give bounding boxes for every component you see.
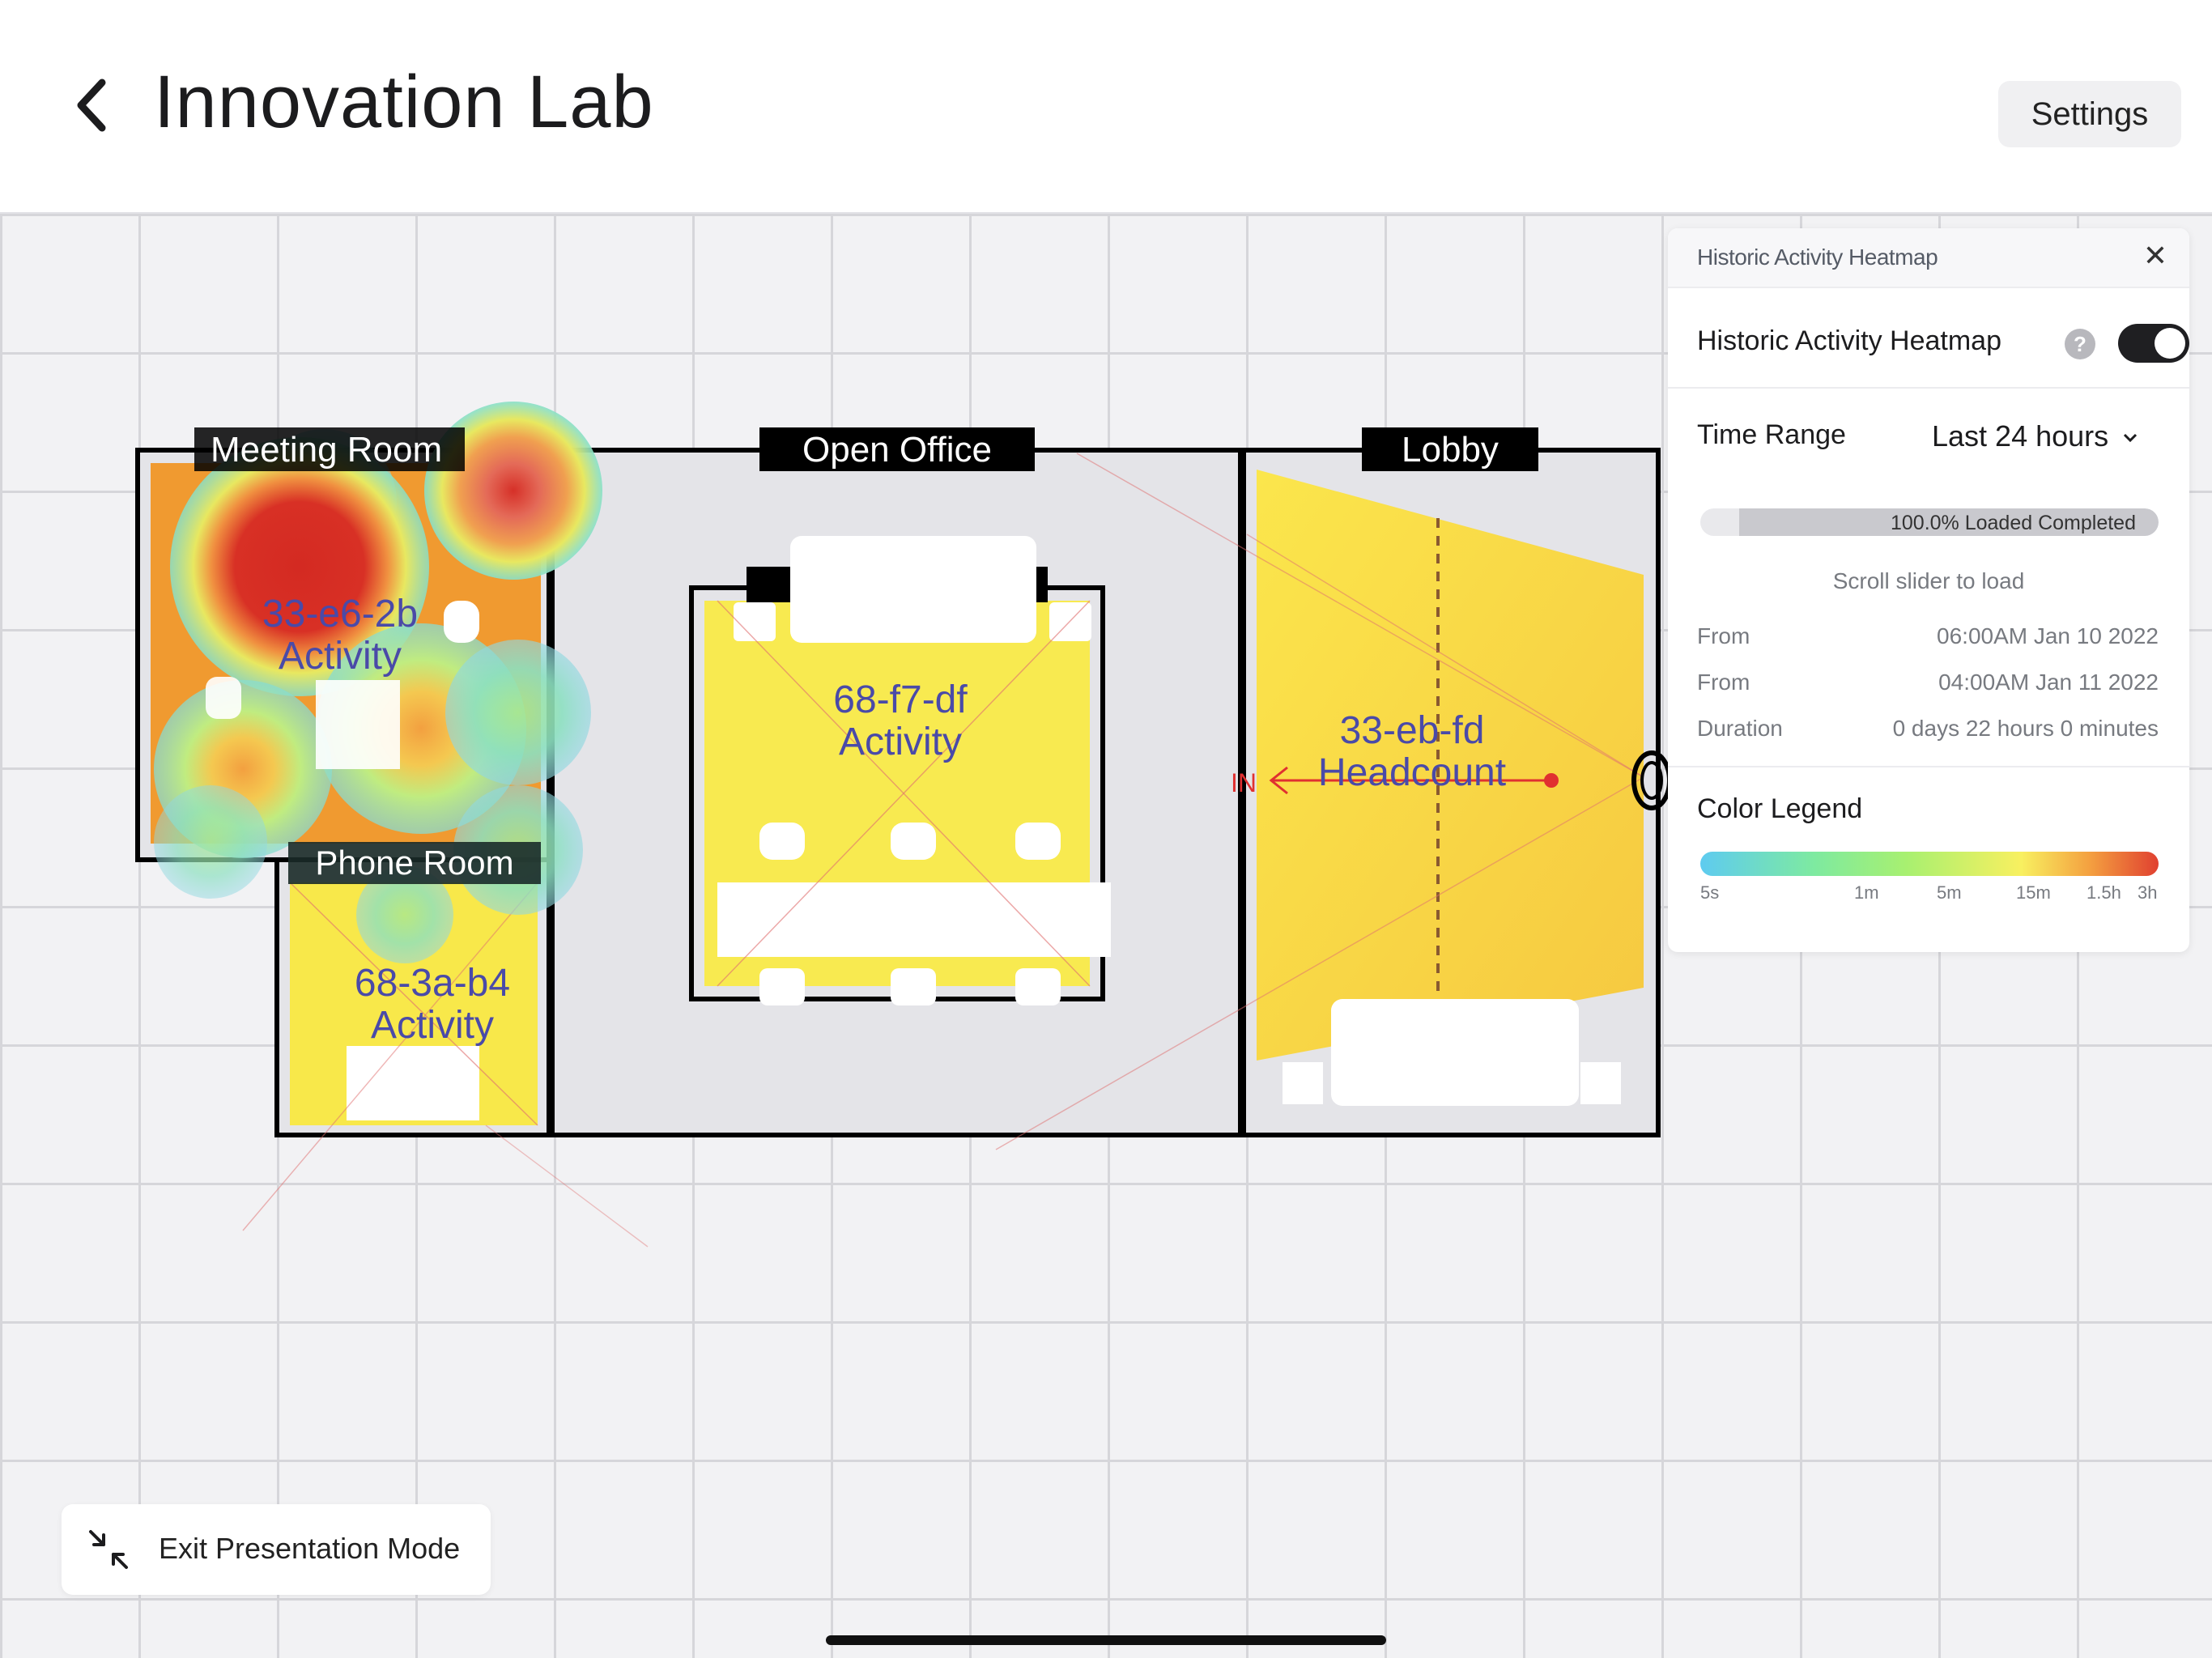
legend-tick: 15m (2016, 882, 2051, 903)
time-range-value: Last 24 hours (1932, 419, 2109, 453)
sensor-id-label: 68-f7-df (833, 678, 968, 721)
settings-button[interactable]: Settings (1998, 81, 2181, 147)
sensor-id-label: 33-e6-2b (262, 593, 418, 636)
info-row: From 06:00AM Jan 10 2022 (1697, 623, 2159, 656)
sensor-type-label: Activity (839, 721, 962, 763)
exit-presentation-button[interactable]: Exit Presentation Mode (62, 1504, 491, 1595)
load-progress-bar[interactable]: 100.0% Loaded Completed (1700, 508, 2159, 536)
chevron-down-icon (2124, 434, 2138, 443)
legend-tick: 3h (2138, 882, 2158, 903)
time-range-select[interactable]: Last 24 hours (1932, 419, 2139, 453)
progress-text: 100.0% Loaded Completed (1890, 512, 2136, 534)
legend-tick: 5m (1937, 882, 1962, 903)
close-icon[interactable]: ✕ (2138, 238, 2173, 274)
room-label-open-office: Open Office (802, 430, 992, 470)
legend-tick: 1.5h (2087, 882, 2121, 903)
toggle-label: Historic Activity Heatmap (1697, 325, 2001, 356)
sensor-type-label: Headcount (1318, 751, 1506, 794)
page-title: Innovation Lab (154, 61, 654, 143)
time-range-label: Time Range (1697, 419, 1846, 450)
legend-title: Color Legend (1697, 793, 1863, 824)
info-key: From (1697, 670, 1750, 695)
legend-tick: 1m (1854, 882, 1879, 903)
room-label-phone-room: Phone Room (315, 844, 513, 882)
scroll-hint: Scroll slider to load (1832, 568, 2025, 593)
heatmap-toggle-row: Historic Activity Heatmap ? (1697, 319, 2189, 368)
home-indicator[interactable] (826, 1635, 1386, 1645)
collapse-arrows-icon (89, 1530, 128, 1569)
top-bar: Innovation Lab Settings (0, 0, 2212, 214)
back-button[interactable] (65, 73, 121, 138)
divider (1668, 766, 2189, 767)
divider (1668, 387, 2189, 389)
info-value: 06:00AM Jan 10 2022 (1937, 623, 2159, 648)
info-row: Duration 0 days 22 hours 0 minutes (1697, 716, 2159, 748)
exit-presentation-label: Exit Presentation Mode (159, 1532, 461, 1565)
in-direction-label: IN (1231, 768, 1257, 797)
heatmap-toggle[interactable] (2118, 324, 2189, 363)
info-value: 0 days 22 hours 0 minutes (1892, 716, 2159, 741)
info-key: From (1697, 623, 1750, 648)
help-icon[interactable]: ? (2065, 329, 2095, 359)
color-legend-bar (1700, 852, 2159, 876)
room-label-lobby: Lobby (1402, 430, 1499, 470)
info-row: From 04:00AM Jan 11 2022 (1697, 670, 2159, 702)
chevron-left-icon (77, 79, 106, 132)
info-value: 04:00AM Jan 11 2022 (1938, 670, 2159, 695)
sensor-type-label: Activity (371, 1004, 494, 1047)
sensor-type-label: Activity (279, 635, 402, 678)
heatmap-panel: Historic Activity Heatmap ✕ Historic Act… (1668, 228, 2189, 952)
room-label-meeting: Meeting Room (211, 430, 442, 470)
sensor-id-label: 33-eb-fd (1340, 709, 1485, 752)
legend-ticks: 5s 1m 5m 15m 1.5h 3h (1700, 882, 2159, 907)
panel-header: Historic Activity Heatmap ✕ (1668, 228, 2189, 288)
sensor-id-label: 68-3a-b4 (355, 962, 510, 1005)
panel-title: Historic Activity Heatmap (1697, 244, 1938, 270)
legend-tick: 5s (1700, 882, 1720, 903)
info-key: Duration (1697, 716, 1783, 741)
